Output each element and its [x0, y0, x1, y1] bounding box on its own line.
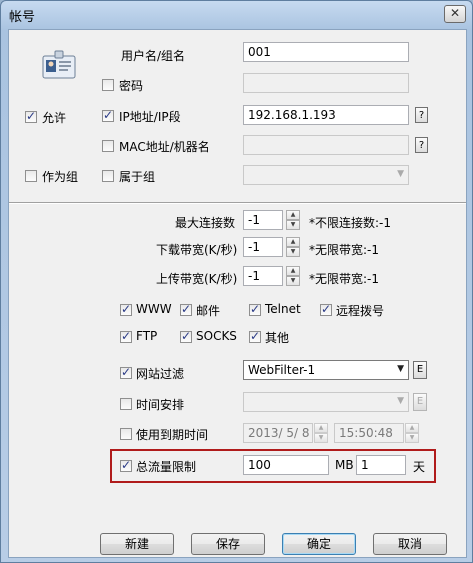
- max-conn-field[interactable]: -1: [243, 210, 283, 230]
- traffic-days-field[interactable]: 1: [356, 455, 406, 475]
- password-checkbox[interactable]: [102, 79, 114, 91]
- group-select[interactable]: ▼: [243, 165, 409, 185]
- total-traffic-label: 总流量限制: [136, 460, 197, 474]
- section-divider: [9, 202, 466, 204]
- download-bw-hint: *无限带宽:-1: [309, 243, 380, 257]
- schedule-select[interactable]: ▼: [243, 392, 409, 412]
- new-button[interactable]: 新建: [100, 533, 174, 555]
- mac-help-button[interactable]: ?: [415, 137, 428, 153]
- remote-dial-label: 远程拨号: [336, 304, 385, 318]
- account-dialog: 帐号 ✕ 用户名/组名 001 密码 允许 IP地址/IP段 192.168.1…: [0, 0, 473, 563]
- spin-down-icon[interactable]: ▼: [314, 433, 328, 443]
- web-filter-value: WebFilter-1: [248, 363, 316, 377]
- cancel-button[interactable]: 取消: [373, 533, 447, 555]
- username-label: 用户名/组名: [121, 49, 186, 63]
- ftp-checkbox[interactable]: [120, 329, 132, 343]
- schedule-checkbox[interactable]: [120, 398, 132, 410]
- download-bw-spinner[interactable]: ▲ ▼: [286, 237, 300, 257]
- spin-down-icon[interactable]: ▼: [286, 247, 300, 257]
- www-label: WWW: [136, 302, 172, 316]
- mac-checkbox[interactable]: [102, 140, 114, 152]
- other-checkbox[interactable]: [249, 329, 261, 343]
- schedule-label: 时间安排: [136, 398, 185, 412]
- save-button[interactable]: 保存: [191, 533, 265, 555]
- chevron-down-icon: ▼: [397, 364, 404, 374]
- upload-bw-hint: *无限带宽:-1: [309, 272, 380, 286]
- expiry-date-spinner[interactable]: ▲ ▼: [314, 423, 328, 443]
- spin-up-icon[interactable]: ▲: [286, 210, 300, 220]
- belongs-group-checkbox[interactable]: [102, 170, 114, 182]
- ip-checkbox[interactable]: [102, 108, 114, 122]
- web-filter-edit-button[interactable]: E: [413, 361, 427, 379]
- mb-unit-label: MB: [335, 458, 354, 472]
- expiry-label: 使用到期时间: [136, 428, 209, 442]
- www-checkbox[interactable]: [120, 302, 132, 316]
- as-group-checkbox[interactable]: [25, 170, 37, 182]
- allow-checkbox[interactable]: [25, 109, 37, 123]
- upload-bw-label: 上传带宽(K/秒): [156, 272, 238, 286]
- title-bar[interactable]: 帐号 ✕: [1, 1, 472, 27]
- upload-bw-field[interactable]: -1: [243, 266, 283, 286]
- web-filter-label: 网站过滤: [136, 367, 185, 381]
- dialog-body: 用户名/组名 001 密码 允许 IP地址/IP段 192.168.1.193 …: [8, 29, 467, 558]
- belongs-group-label: 属于组: [119, 170, 156, 184]
- download-bw-label: 下载带宽(K/秒): [156, 243, 238, 257]
- upload-bw-spinner[interactable]: ▲ ▼: [286, 266, 300, 286]
- spin-up-icon[interactable]: ▲: [286, 237, 300, 247]
- chevron-down-icon: ▼: [397, 396, 404, 406]
- telnet-label: Telnet: [265, 302, 301, 316]
- window-title: 帐号: [9, 10, 36, 25]
- ftp-label: FTP: [136, 329, 158, 343]
- spin-down-icon[interactable]: ▼: [286, 276, 300, 286]
- username-field[interactable]: 001: [243, 42, 409, 62]
- schedule-edit-button[interactable]: E: [413, 393, 427, 411]
- mail-label: 邮件: [196, 304, 221, 318]
- as-group-label: 作为组: [42, 170, 79, 184]
- allow-label: 允许: [42, 111, 67, 125]
- spin-up-icon[interactable]: ▲: [314, 423, 328, 433]
- close-button[interactable]: ✕: [444, 5, 466, 23]
- mac-label: MAC地址/机器名: [119, 140, 210, 154]
- socks-label: SOCKS: [196, 329, 237, 343]
- spin-down-icon[interactable]: ▼: [405, 433, 419, 443]
- telnet-checkbox[interactable]: [249, 302, 261, 316]
- download-bw-field[interactable]: -1: [243, 237, 283, 257]
- ok-button[interactable]: 确定: [282, 533, 356, 555]
- total-traffic-checkbox[interactable]: [120, 458, 132, 472]
- ip-label: IP地址/IP段: [119, 110, 181, 124]
- ip-field[interactable]: 192.168.1.193: [243, 105, 409, 125]
- web-filter-select[interactable]: WebFilter-1 ▼: [243, 360, 409, 380]
- ip-help-button[interactable]: ?: [415, 107, 428, 123]
- socks-checkbox[interactable]: [180, 329, 192, 343]
- password-label: 密码: [119, 79, 144, 93]
- max-conn-spinner[interactable]: ▲ ▼: [286, 210, 300, 230]
- traffic-mb-field[interactable]: 100: [243, 455, 329, 475]
- password-field[interactable]: [243, 73, 409, 93]
- spin-up-icon[interactable]: ▲: [405, 423, 419, 433]
- expiry-time-spinner[interactable]: ▲ ▼: [405, 423, 419, 443]
- user-card-icon: [42, 50, 76, 79]
- mail-checkbox[interactable]: [180, 302, 192, 316]
- remote-dial-checkbox[interactable]: [320, 302, 332, 316]
- chevron-down-icon: ▼: [397, 169, 404, 179]
- expiry-checkbox[interactable]: [120, 428, 132, 440]
- max-conn-label: 最大连接数: [175, 216, 236, 230]
- expiry-time-field[interactable]: 15:50:48: [334, 423, 404, 443]
- web-filter-checkbox[interactable]: [120, 365, 132, 379]
- max-conn-hint: *不限连接数:-1: [309, 216, 392, 230]
- mac-field[interactable]: [243, 135, 409, 155]
- spin-up-icon[interactable]: ▲: [286, 266, 300, 276]
- expiry-date-field[interactable]: 2013/ 5/ 8: [243, 423, 313, 443]
- other-label: 其他: [265, 331, 290, 345]
- day-unit-label: 天: [413, 460, 426, 474]
- spin-down-icon[interactable]: ▼: [286, 220, 300, 230]
